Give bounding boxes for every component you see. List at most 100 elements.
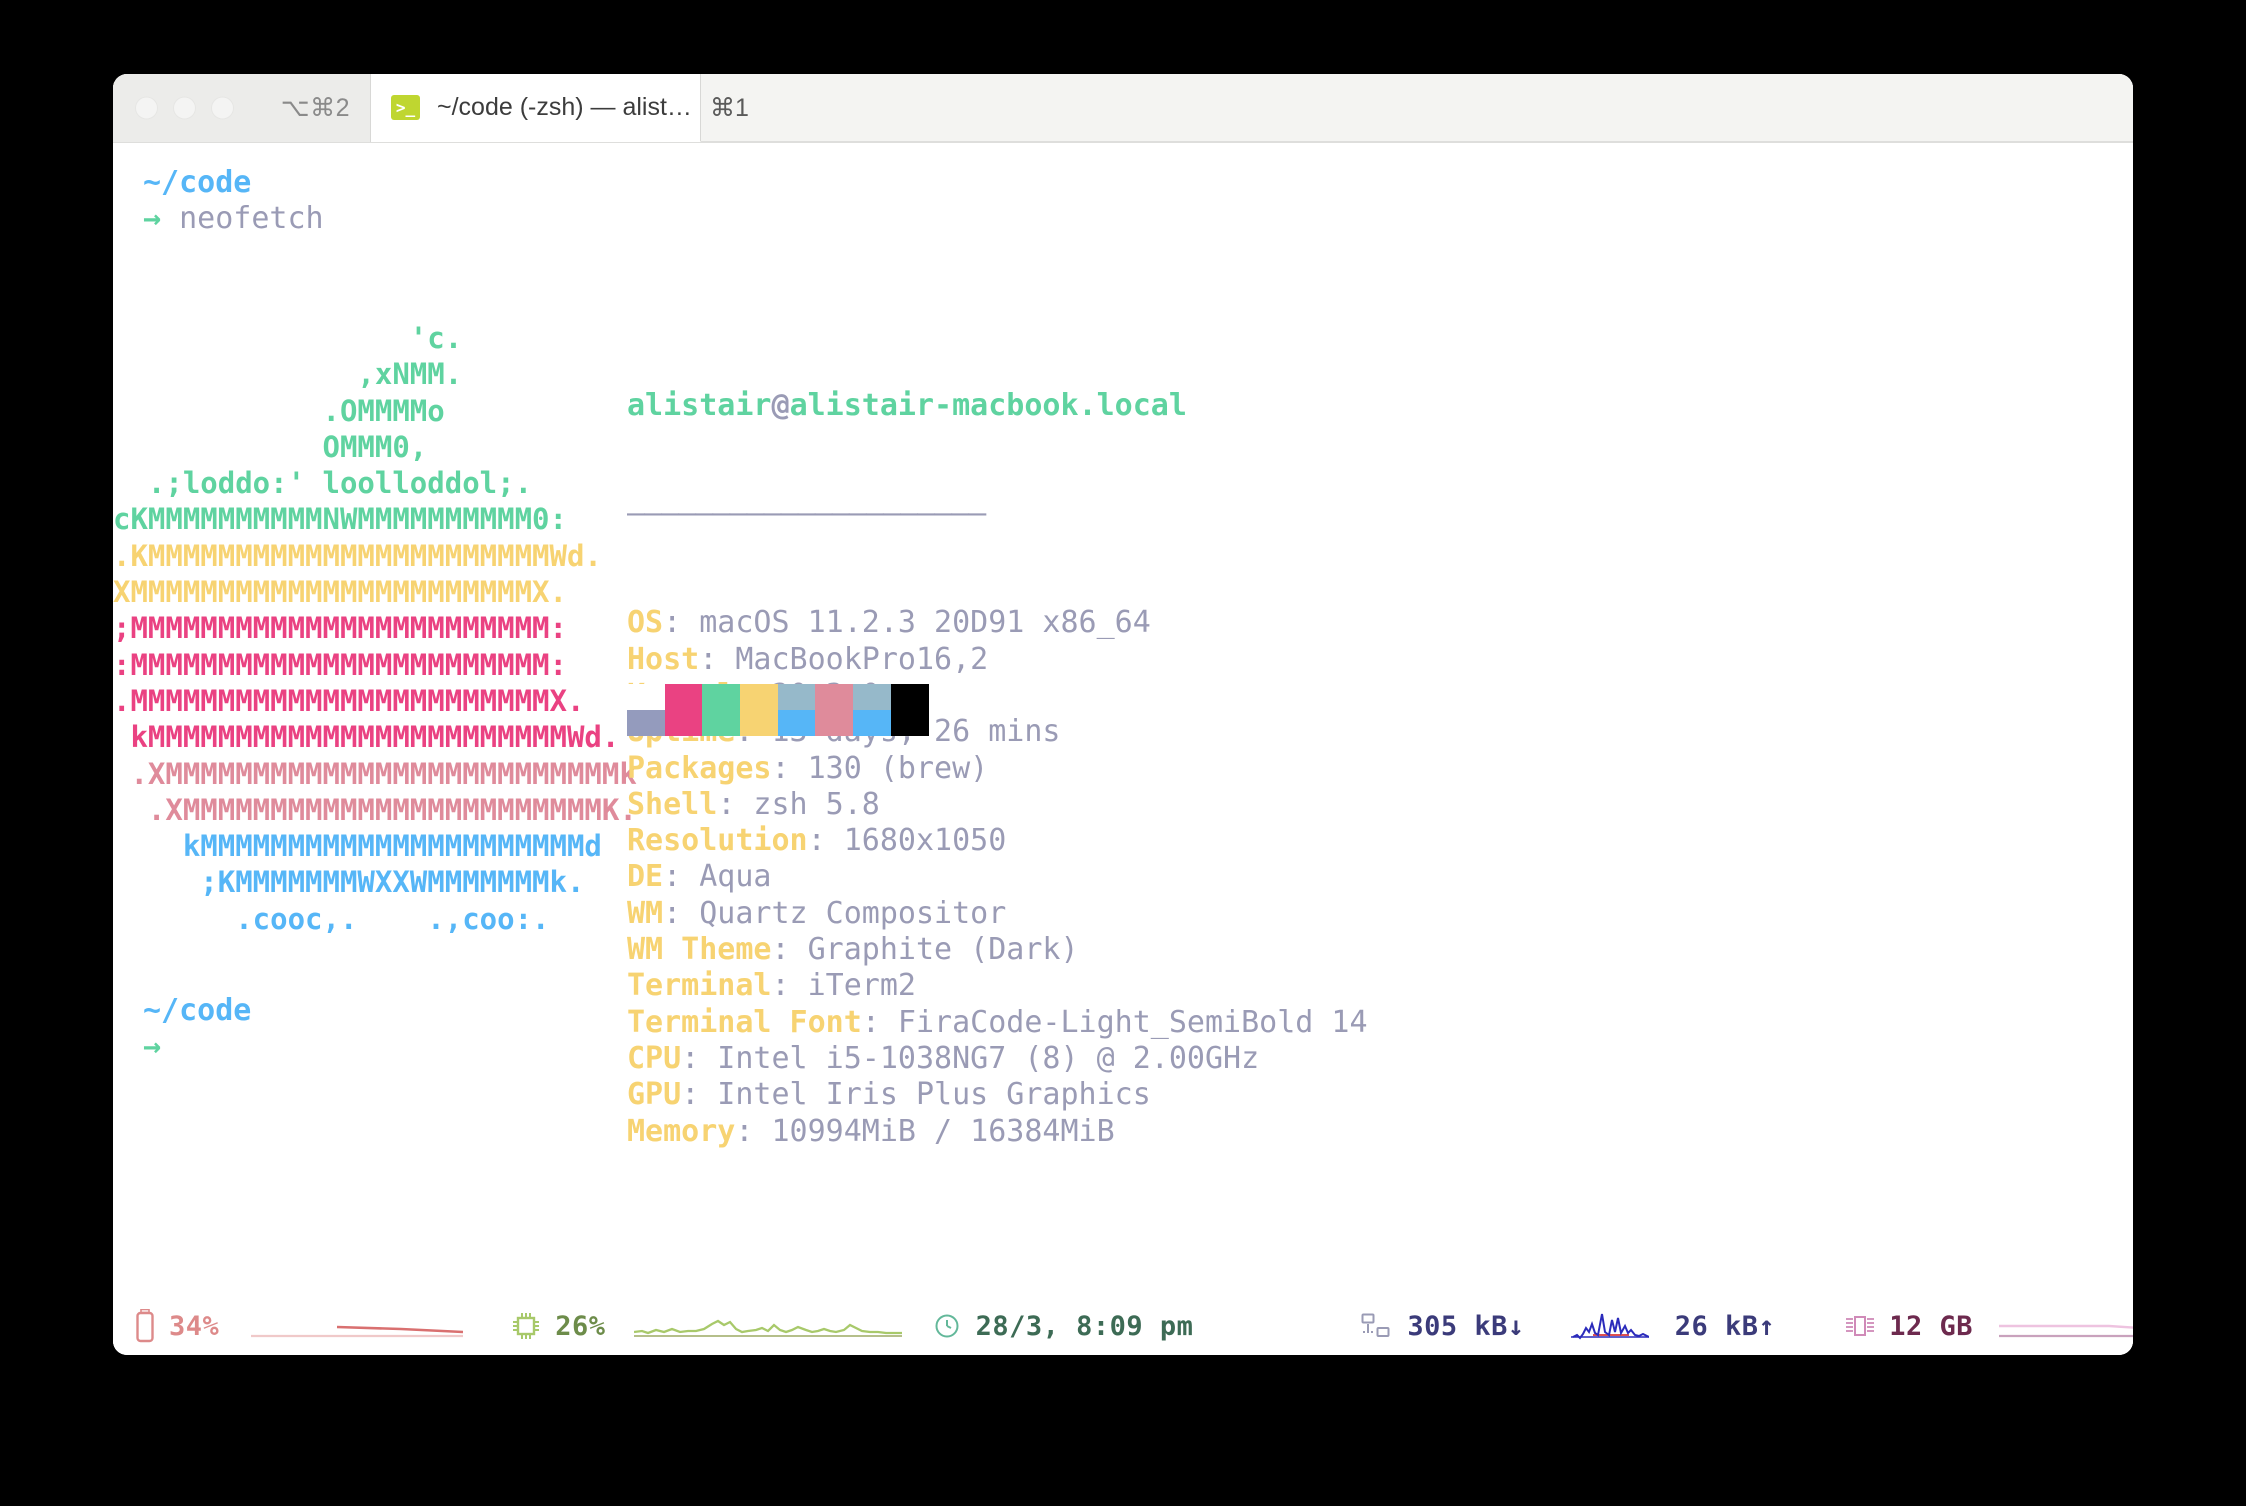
ascii-logo-line: kMMMMMMMMMMMMMMMMMMMMMMMMWd. (113, 719, 713, 755)
palette-swatch (627, 684, 665, 710)
ascii-logo-line: .OMMMMo (113, 393, 713, 429)
info-value: : FiraCode-Light_SemiBold 14 (862, 1005, 1368, 1040)
tab-title: ~/code (-zsh) — alist… (437, 93, 692, 122)
info-row: Shell: zsh 5.8 (627, 787, 1368, 823)
final-command-line[interactable]: → (143, 1029, 251, 1065)
prompt-block-final: ~/code → (143, 993, 251, 1065)
palette-swatch (665, 710, 703, 736)
status-clock[interactable]: 28/3, 8:09 pm (934, 1296, 1194, 1355)
color-palette (627, 684, 929, 736)
prompt-arrow-icon: → (143, 201, 161, 236)
ascii-logo-line: ;MMMMMMMMMMMMMMMMMMMMMMMM: (113, 610, 713, 646)
palette-swatch (702, 684, 740, 710)
info-key: Packages (627, 751, 772, 786)
network-up-value: 26 kB↑ (1675, 1311, 1776, 1342)
palette-row-normal (627, 684, 929, 710)
info-value: : Aqua (663, 859, 771, 894)
final-prompt-path: ~/code (143, 993, 251, 1029)
status-memory[interactable]: 12 GB (1845, 1296, 2133, 1355)
ascii-logo-line: 'c. (113, 320, 713, 356)
info-value: : Intel Iris Plus Graphics (681, 1077, 1151, 1112)
status-network-up[interactable]: 26 kB↑ (1571, 1296, 1776, 1355)
info-row: CPU: Intel i5-1038NG7 (8) @ 2.00GHz (627, 1041, 1368, 1077)
status-cpu[interactable]: 26% (511, 1296, 901, 1355)
info-key: DE (627, 859, 663, 894)
info-row: Terminal Font: FiraCode-Light_SemiBold 1… (627, 1005, 1368, 1041)
network-graph-icon (1571, 1306, 1649, 1346)
tab-shortcut-1: ⌘1 (710, 93, 749, 123)
zoom-button[interactable] (211, 97, 234, 120)
status-network-down[interactable]: 305 kB↓ (1361, 1296, 1524, 1355)
username: alistair (627, 388, 772, 423)
info-row: Packages: 130 (brew) (627, 751, 1368, 787)
info-row: Terminal: iTerm2 (627, 968, 1368, 1004)
ascii-logo-line: cKMMMMMMMMMMNWMMMMMMMMMM0: (113, 501, 713, 537)
palette-swatch (740, 710, 778, 736)
ascii-logo-line: kMMMMMMMMMMMMMMMMMMMMMMd (113, 828, 713, 864)
info-value: : Intel i5-1038NG7 (8) @ 2.00GHz (681, 1041, 1259, 1076)
info-row: Resolution: 1680x1050 (627, 823, 1368, 859)
battery-icon (135, 1309, 155, 1343)
info-value: : Graphite (Dark) (772, 932, 1079, 967)
info-value: : 130 (brew) (772, 751, 989, 786)
info-key: Resolution (627, 823, 808, 858)
ascii-logo-line: .MMMMMMMMMMMMMMMMMMMMMMMMX. (113, 683, 713, 719)
palette-row-bright (627, 710, 929, 736)
info-row: DE: Aqua (627, 859, 1368, 895)
info-value: : 10994MiB / 16384MiB (735, 1114, 1114, 1149)
prompt-path: ~/code (143, 165, 324, 201)
ascii-logo-line: OMMM0, (113, 429, 713, 465)
network-down-value: 305 kB↓ (1407, 1311, 1524, 1342)
ascii-logo-line: .KMMMMMMMMMMMMMMMMMMMMMMMWd. (113, 538, 713, 574)
info-key: CPU (627, 1041, 681, 1076)
palette-swatch (702, 710, 740, 736)
title-underline: ————————————————————— (627, 496, 1368, 532)
memory-value: 12 GB (1889, 1311, 1973, 1342)
info-value: : Quartz Compositor (663, 896, 1006, 931)
at-symbol: @ (772, 388, 790, 423)
ascii-logo-line: .XMMMMMMMMMMMMMMMMMMMMMMMMMMk (113, 756, 713, 792)
command-value: neofetch (179, 201, 324, 236)
ascii-logo-line: :MMMMMMMMMMMMMMMMMMMMMMMM: (113, 647, 713, 683)
info-value: : macOS 11.2.3 20D91 x86_64 (663, 605, 1151, 640)
memory-sparkline (1999, 1307, 2133, 1345)
prompt-block-first: ~/code → neofetch (143, 165, 324, 237)
info-row: Memory: 10994MiB / 16384MiB (627, 1114, 1368, 1150)
tab-bar: ⌥⌘2 >_ ~/code (-zsh) — alist… ⌘1 (113, 74, 2133, 143)
info-value: : zsh 5.8 (717, 787, 880, 822)
info-row: GPU: Intel Iris Plus Graphics (627, 1077, 1368, 1113)
info-key: WM (627, 896, 663, 931)
hostname: alistair-macbook.local (790, 388, 1187, 423)
ram-icon (1845, 1315, 1875, 1337)
clock-value: 28/3, 8:09 pm (976, 1311, 1194, 1342)
terminal-window: ⌥⌘2 >_ ~/code (-zsh) — alist… ⌘1 ~/code … (113, 74, 2133, 1355)
status-battery[interactable]: 34% (135, 1296, 463, 1355)
system-info-block: alistair@alistair-macbook.local ————————… (627, 315, 1368, 1222)
ascii-logo-line: XMMMMMMMMMMMMMMMMMMMMMMMX. (113, 574, 713, 610)
tab-active[interactable]: >_ ~/code (-zsh) — alist… ⌘1 (371, 74, 701, 142)
palette-swatch (815, 684, 853, 710)
info-row: Host: MacBookPro16,2 (627, 642, 1368, 678)
info-key: Terminal (627, 968, 772, 1003)
terminal-screen[interactable]: ~/code → neofetch 'c. ,xNMM. .OMMMMo OMM… (113, 143, 2133, 1355)
minimize-button[interactable] (173, 97, 196, 120)
info-key: Host (627, 642, 699, 677)
tab-shortcut-2: ⌥⌘2 (281, 93, 350, 123)
info-value: : MacBookPro16,2 (699, 642, 988, 677)
palette-swatch (891, 710, 929, 736)
tab-inactive[interactable]: ⌥⌘2 (113, 74, 371, 142)
info-row: WM Theme: Graphite (Dark) (627, 932, 1368, 968)
palette-swatch (627, 710, 665, 736)
info-key: GPU (627, 1077, 681, 1112)
clock-icon (934, 1313, 960, 1339)
palette-swatch (740, 684, 778, 710)
close-button[interactable] (135, 97, 158, 120)
cpu-sparkline (634, 1307, 902, 1345)
info-value: : iTerm2 (772, 968, 917, 1003)
info-key: OS (627, 605, 663, 640)
info-key: Terminal Font (627, 1005, 862, 1040)
palette-swatch (815, 710, 853, 736)
info-key: Shell (627, 787, 717, 822)
ascii-logo-line: .;loddo:' loolloddol;. (113, 465, 713, 501)
host-title-line: alistair@alistair-macbook.local (627, 388, 1368, 424)
